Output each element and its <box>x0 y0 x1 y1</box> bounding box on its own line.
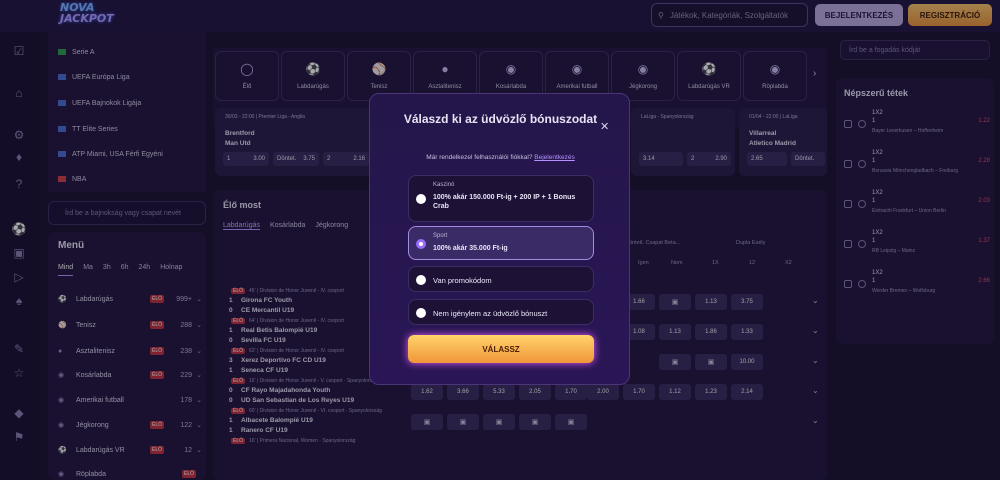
option-text: 100% akár 35.000 Ft-ig <box>433 245 508 252</box>
option-category: Kaszinó <box>433 182 455 188</box>
radio-icon[interactable] <box>416 194 426 204</box>
choose-button[interactable]: VÁLASSZ <box>408 335 594 363</box>
have-account-label: Már rendelkezel felhasználói fiókkal? <box>426 154 533 161</box>
bonus-option-none[interactable]: Nem igénylem az üdvözlő bónuszt <box>408 299 594 325</box>
radio-icon[interactable] <box>416 275 426 285</box>
bonus-option-promocode[interactable]: Van promokódom <box>408 266 594 292</box>
bonus-option-sport[interactable]: Sport 100% akár 35.000 Ft-ig <box>408 226 594 260</box>
bonus-option-casino[interactable]: Kaszinó 100% akár 150.000 Ft-ig + 200 IP… <box>408 175 594 222</box>
modal-title: Válaszd ki az üdvözlő bónuszodat <box>403 112 598 126</box>
option-text: 100% akár 150.000 Ft-ig + 200 IP + 1 Bon… <box>433 194 576 210</box>
login-link[interactable]: Bejelentkezés <box>534 154 574 161</box>
have-account-text: Már rendelkezel felhasználói fiókkal? Be… <box>390 154 611 161</box>
radio-icon[interactable] <box>416 308 426 318</box>
option-text: Van promokódom <box>433 276 492 285</box>
option-text: Nem igénylem az üdvözlő bónuszt <box>433 309 548 318</box>
option-category: Sport <box>433 233 448 239</box>
radio-selected-icon[interactable] <box>416 239 426 249</box>
bonus-modal: Válaszd ki az üdvözlő bónuszodat ✕ Már r… <box>369 93 630 385</box>
close-icon[interactable]: ✕ <box>600 120 609 133</box>
